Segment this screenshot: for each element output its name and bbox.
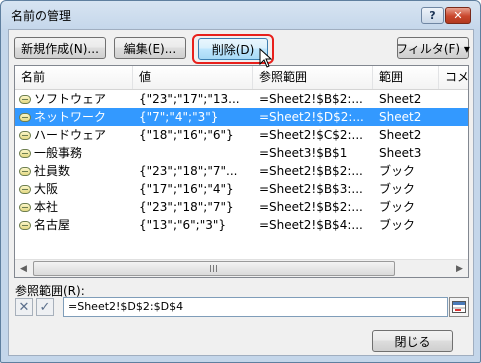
row-name-cell: 一般事務	[17, 144, 135, 162]
grip-icon	[209, 265, 219, 272]
row-name-text: 社員数	[34, 164, 71, 178]
collapse-dialog-icon[interactable]	[449, 297, 469, 317]
table-row[interactable]: 大阪 {"17";"16";"4"} =Sheet2!$B$3:... ブック	[15, 180, 468, 198]
table-row[interactable]: ハードウェア {"18";"16";"6"} =Sheet2!$C$2:... …	[15, 126, 468, 144]
table-row[interactable]: 一般事務 =Sheet3!$B$1 Sheet3	[15, 144, 468, 162]
row-scope-cell: Sheet2	[379, 92, 422, 106]
row-name-cell: 社員数	[17, 162, 135, 180]
title-bar[interactable]: 名前の管理 ? ✕	[1, 1, 480, 29]
row-value-cell: {"23";"18";"7"}	[139, 200, 234, 214]
row-name-text: ハードウェア	[34, 128, 107, 142]
name-icon	[19, 185, 31, 194]
row-reference-cell: =Sheet3!$B$1	[259, 146, 348, 160]
filter-button[interactable]: フィルタ(F) ▾	[396, 37, 470, 59]
row-name-cell: ハードウェア	[17, 126, 135, 144]
delete-button[interactable]: 削除(D)	[198, 38, 268, 60]
dialog-body: 新規作成(N)... 編集(E)... 削除(D) フィルタ(F) ▾ 名前 値…	[8, 29, 474, 356]
cancel-edit-icon[interactable]: ✕	[15, 298, 33, 316]
edit-button[interactable]: 編集(E)...	[114, 37, 186, 59]
name-manager-dialog: 名前の管理 ? ✕ 新規作成(N)... 編集(E)... 削除(D) フィルタ…	[0, 0, 481, 363]
mouse-cursor-icon	[259, 48, 273, 68]
row-reference-cell: =Sheet2!$B$2:...	[259, 92, 363, 106]
row-scope-cell: ブック	[379, 182, 416, 196]
row-name-text: 一般事務	[34, 146, 83, 160]
window-close-button[interactable]: ✕	[445, 7, 471, 24]
row-scope-cell: ブック	[379, 164, 416, 178]
table-row[interactable]: 名古屋 {"13";"6";"3"} =Sheet2!$B$4:... ブック	[15, 216, 468, 234]
column-header-name[interactable]: 名前	[15, 66, 133, 89]
row-value-cell: {"17";"16";"4"}	[139, 182, 234, 196]
table-row[interactable]: ソフトウェア {"23";"17";"13... =Sheet2!$B$2:..…	[15, 90, 468, 108]
row-name-cell: ネットワーク	[17, 108, 135, 126]
row-reference-cell: =Sheet2!$B$2:...	[259, 200, 363, 214]
row-name-text: 大阪	[34, 182, 59, 196]
row-value-cell	[139, 144, 257, 162]
row-value-cell: {"18";"16";"6"}	[139, 128, 234, 142]
table-row-selected[interactable]: ネットワーク {"7";"4";"3"} =Sheet2!$D$2:... Sh…	[15, 108, 468, 126]
row-value-cell: {"7";"4";"3"}	[139, 110, 219, 124]
row-name-text: 本社	[34, 200, 59, 214]
name-icon	[19, 167, 31, 176]
row-name-cell: ソフトウェア	[17, 90, 135, 108]
name-icon	[19, 131, 31, 140]
row-scope-cell: Sheet2	[379, 128, 422, 142]
close-button[interactable]: 閉じる	[372, 330, 453, 352]
list-header: 名前 値 参照範囲 範囲 コメ	[15, 66, 468, 90]
window-title: 名前の管理	[11, 9, 72, 23]
row-name-text: ソフトウェア	[34, 92, 107, 106]
row-name-cell: 名古屋	[17, 216, 135, 234]
row-reference-cell: =Sheet2!$B$2:...	[259, 164, 363, 178]
row-name-text: ネットワーク	[34, 110, 107, 124]
scroll-left-icon[interactable]: ◀	[15, 260, 32, 277]
table-row[interactable]: 本社 {"23";"18";"7"} =Sheet2!$B$2:... ブック	[15, 198, 468, 216]
column-header-comment[interactable]: コメ	[439, 66, 468, 89]
column-header-value[interactable]: 値	[133, 66, 253, 89]
row-name-cell: 本社	[17, 198, 135, 216]
row-value-cell: {"23";"17";"13...	[139, 92, 240, 106]
row-scope-cell: Sheet2	[379, 110, 422, 124]
names-list[interactable]: 名前 値 参照範囲 範囲 コメ ソフトウェア {"23";"17";"13...…	[14, 65, 469, 278]
horizontal-scrollbar[interactable]: ◀ ▶	[15, 259, 468, 277]
scroll-right-icon[interactable]: ▶	[451, 260, 468, 277]
name-icon	[19, 203, 31, 212]
name-icon	[19, 149, 31, 158]
row-name-cell: 大阪	[17, 180, 135, 198]
column-header-reference[interactable]: 参照範囲	[253, 66, 373, 89]
row-name-text: 名古屋	[34, 218, 71, 232]
row-value-cell: {"23";"18";"7"...	[139, 164, 238, 178]
name-icon	[19, 221, 31, 230]
name-icon	[19, 113, 31, 122]
column-header-scope[interactable]: 範囲	[373, 66, 439, 89]
row-scope-cell: Sheet3	[379, 146, 422, 160]
new-button[interactable]: 新規作成(N)...	[14, 37, 106, 59]
row-value-cell: {"13";"6";"3"}	[139, 218, 227, 232]
row-reference-cell: =Sheet2!$D$2:...	[259, 110, 364, 124]
confirm-edit-icon[interactable]: ✓	[36, 298, 54, 316]
scroll-thumb[interactable]	[33, 261, 395, 276]
row-scope-cell: ブック	[379, 218, 416, 232]
reference-input[interactable]: =Sheet2!$D$2:$D$4	[63, 297, 448, 317]
row-reference-cell: =Sheet2!$C$2:...	[259, 128, 363, 142]
help-button[interactable]: ?	[421, 7, 444, 24]
row-scope-cell: ブック	[379, 200, 416, 214]
table-row[interactable]: 社員数 {"23";"18";"7"... =Sheet2!$B$2:... ブ…	[15, 162, 468, 180]
name-icon	[19, 95, 31, 104]
row-reference-cell: =Sheet2!$B$4:...	[259, 218, 363, 232]
row-reference-cell: =Sheet2!$B$3:...	[259, 182, 363, 196]
